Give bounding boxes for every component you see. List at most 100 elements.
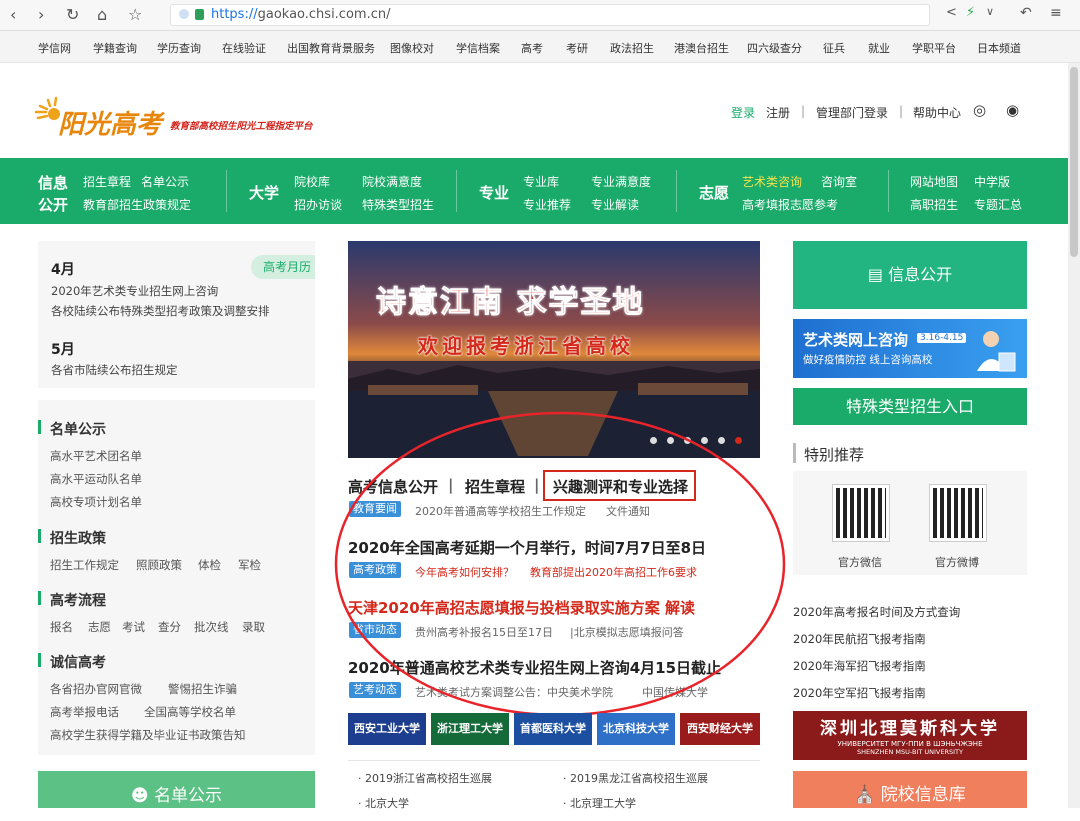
admin-login-link[interactable]: 管理部门登录 bbox=[816, 104, 888, 121]
section-link[interactable]: 高考举报电话 bbox=[50, 704, 119, 720]
section-link[interactable]: 体检 bbox=[198, 557, 221, 573]
section-title[interactable]: 高考流程 bbox=[50, 590, 106, 610]
section-link[interactable]: 查分 bbox=[158, 619, 181, 635]
special-admission-button[interactable]: 特殊类型招生入口 bbox=[793, 388, 1027, 425]
art-consult-banner[interactable]: 艺术类网上咨询 3.16-4.15 做好疫情防控 线上咨询高校 bbox=[793, 319, 1027, 378]
university-logo[interactable]: 西安工业大学 bbox=[348, 713, 426, 745]
section-link[interactable]: 录取 bbox=[242, 619, 265, 635]
share-icon[interactable]: < bbox=[946, 5, 957, 20]
weibo-icon[interactable]: ◎ bbox=[973, 101, 986, 119]
section-link[interactable]: 全国高等学校名单 bbox=[144, 704, 236, 720]
recommend-link[interactable]: 2020年民航招飞报考指南 bbox=[793, 631, 926, 647]
toplink[interactable]: 学籍查询 bbox=[93, 40, 137, 56]
section-link[interactable]: 高校学生获得学籍及毕业证书政策告知 bbox=[50, 727, 246, 743]
site-info-icon[interactable] bbox=[179, 9, 189, 19]
section-link[interactable]: 高水平运动队名单 bbox=[50, 471, 142, 487]
name-list-button[interactable]: ☻ 名单公示 bbox=[38, 771, 315, 808]
nav-item[interactable]: 专业解读 bbox=[591, 196, 639, 213]
nav-item[interactable]: 院校满意度 bbox=[362, 173, 422, 190]
toplink[interactable]: 图像校对 bbox=[390, 40, 434, 56]
toplink[interactable]: 征兵 bbox=[823, 40, 845, 56]
recommend-link[interactable]: 2020年空军招飞报考指南 bbox=[793, 685, 926, 701]
section-title[interactable]: 名单公示 bbox=[50, 419, 106, 439]
section-link[interactable]: 批次线 bbox=[194, 619, 229, 635]
tour-link[interactable]: · 北京大学 bbox=[358, 795, 409, 811]
reload-icon[interactable]: ↻ bbox=[66, 5, 79, 24]
tour-link[interactable]: · 2019黑龙江省高校招生巡展 bbox=[563, 770, 708, 786]
tour-link[interactable]: · 北京理工大学 bbox=[563, 795, 636, 811]
undo-icon[interactable]: ↶ bbox=[1020, 5, 1032, 21]
nav-item-art-consult[interactable]: 艺术类咨询 bbox=[742, 173, 802, 190]
toplink[interactable]: 学信网 bbox=[38, 40, 71, 56]
nav-item[interactable]: 网站地图 bbox=[910, 173, 958, 190]
toplink[interactable]: 考研 bbox=[566, 40, 588, 56]
site-logo[interactable]: 阳光高考 bbox=[58, 104, 162, 141]
nav-item[interactable]: 名单公示 bbox=[141, 173, 189, 190]
shenzhen-msu-bit-banner[interactable]: 深圳北理莫斯科大学 УНИВЕРСИТЕТ МГУ-ППИ В ШЭНЬЧЖЭН… bbox=[793, 711, 1027, 760]
nav-item[interactable]: 特殊类型招生 bbox=[362, 196, 434, 213]
toplink[interactable]: 日本频道 bbox=[977, 40, 1021, 56]
calendar-item[interactable]: 2020年艺术类专业招生网上咨询 bbox=[51, 283, 218, 299]
info-public-button[interactable]: ▤ 信息公开 bbox=[793, 241, 1027, 309]
section-link[interactable]: 报名 bbox=[50, 619, 73, 635]
nav-item[interactable]: 专业推荐 bbox=[523, 196, 571, 213]
section-title[interactable]: 诚信高考 bbox=[50, 652, 106, 672]
section-link[interactable]: 警惕招生诈骗 bbox=[168, 681, 237, 697]
school-database-button[interactable]: ⛪ 院校信息库 bbox=[793, 771, 1027, 808]
nav-item[interactable]: 招生章程 bbox=[83, 173, 131, 190]
toplink[interactable]: 学信档案 bbox=[456, 40, 500, 56]
section-link[interactable]: 高校专项计划名单 bbox=[50, 494, 142, 510]
recommend-link[interactable]: 2020年海军招飞报考指南 bbox=[793, 658, 926, 674]
toplink[interactable]: 就业 bbox=[868, 40, 890, 56]
section-link[interactable]: 各省招办官网官微 bbox=[50, 681, 142, 697]
nav-item[interactable]: 专题汇总 bbox=[974, 196, 1022, 213]
university-logo[interactable]: 北京科技大学 bbox=[597, 713, 675, 745]
home-icon[interactable]: ⌂ bbox=[97, 5, 107, 24]
toplink[interactable]: 港澳台招生 bbox=[674, 40, 729, 56]
section-title[interactable]: 招生政策 bbox=[50, 528, 106, 548]
address-bar[interactable]: https://gaokao.chsi.com.cn/ bbox=[170, 4, 930, 26]
wechat-icon[interactable]: ◉ bbox=[1006, 101, 1019, 119]
nav-item[interactable]: 院校库 bbox=[294, 173, 330, 190]
calendar-item[interactable]: 各校陆续公布特殊类型招考政策及调整安排 bbox=[51, 303, 270, 319]
section-link[interactable]: 志愿 bbox=[88, 619, 111, 635]
register-link[interactable]: 注册 bbox=[766, 104, 790, 121]
section-link[interactable]: 考试 bbox=[122, 619, 145, 635]
login-link[interactable]: 登录 bbox=[731, 104, 755, 121]
toplink[interactable]: 学职平台 bbox=[912, 40, 956, 56]
university-logo[interactable]: 浙江理工大学 bbox=[431, 713, 509, 745]
back-icon[interactable]: ‹ bbox=[10, 5, 16, 24]
scrollbar-thumb[interactable] bbox=[1070, 67, 1078, 257]
nav-item[interactable]: 中学版 bbox=[974, 173, 1010, 190]
lightning-icon[interactable]: ⚡ bbox=[966, 5, 975, 20]
nav-item[interactable]: 招办访谈 bbox=[294, 196, 342, 213]
toplink[interactable]: 四六级查分 bbox=[747, 40, 802, 56]
toplink[interactable]: 在线验证 bbox=[222, 40, 266, 56]
nav-item[interactable]: 高职招生 bbox=[910, 196, 958, 213]
nav-item[interactable]: 咨询室 bbox=[821, 173, 857, 190]
menu-icon[interactable]: ≡ bbox=[1050, 5, 1062, 21]
tour-link[interactable]: · 2019浙江省高校招生巡展 bbox=[358, 770, 492, 786]
toplink[interactable]: 学历查询 bbox=[157, 40, 201, 56]
building-icon: ⛪ bbox=[854, 785, 876, 805]
university-logo[interactable]: 西安财经大学 bbox=[680, 713, 760, 745]
nav-item[interactable]: 专业库 bbox=[523, 173, 559, 190]
toplink[interactable]: 政法招生 bbox=[610, 40, 654, 56]
section-link[interactable]: 高水平艺术团名单 bbox=[50, 448, 142, 464]
toplink[interactable]: 高考 bbox=[521, 40, 543, 56]
chevron-down-icon[interactable]: ∨ bbox=[986, 5, 994, 18]
toplink[interactable]: 出国教育背景服务 bbox=[287, 40, 375, 56]
forward-icon[interactable]: › bbox=[38, 5, 44, 24]
section-link[interactable]: 军检 bbox=[238, 557, 261, 573]
nav-item[interactable]: 专业满意度 bbox=[591, 173, 651, 190]
nav-item[interactable]: 教育部招生政策规定 bbox=[83, 196, 191, 213]
help-center-link[interactable]: 帮助中心 bbox=[913, 104, 961, 121]
section-link[interactable]: 照顾政策 bbox=[136, 557, 182, 573]
nav-item[interactable]: 高考填报志愿参考 bbox=[742, 196, 838, 213]
scrollbar-track[interactable] bbox=[1068, 63, 1080, 808]
university-logo[interactable]: 首都医科大学 bbox=[514, 713, 592, 745]
bookmark-star-icon[interactable]: ☆ bbox=[128, 5, 142, 24]
recommend-link[interactable]: 2020年高考报名时间及方式查询 bbox=[793, 604, 960, 620]
calendar-item[interactable]: 各省市陆续公布招生规定 bbox=[51, 362, 178, 378]
section-link[interactable]: 招生工作规定 bbox=[50, 557, 119, 573]
